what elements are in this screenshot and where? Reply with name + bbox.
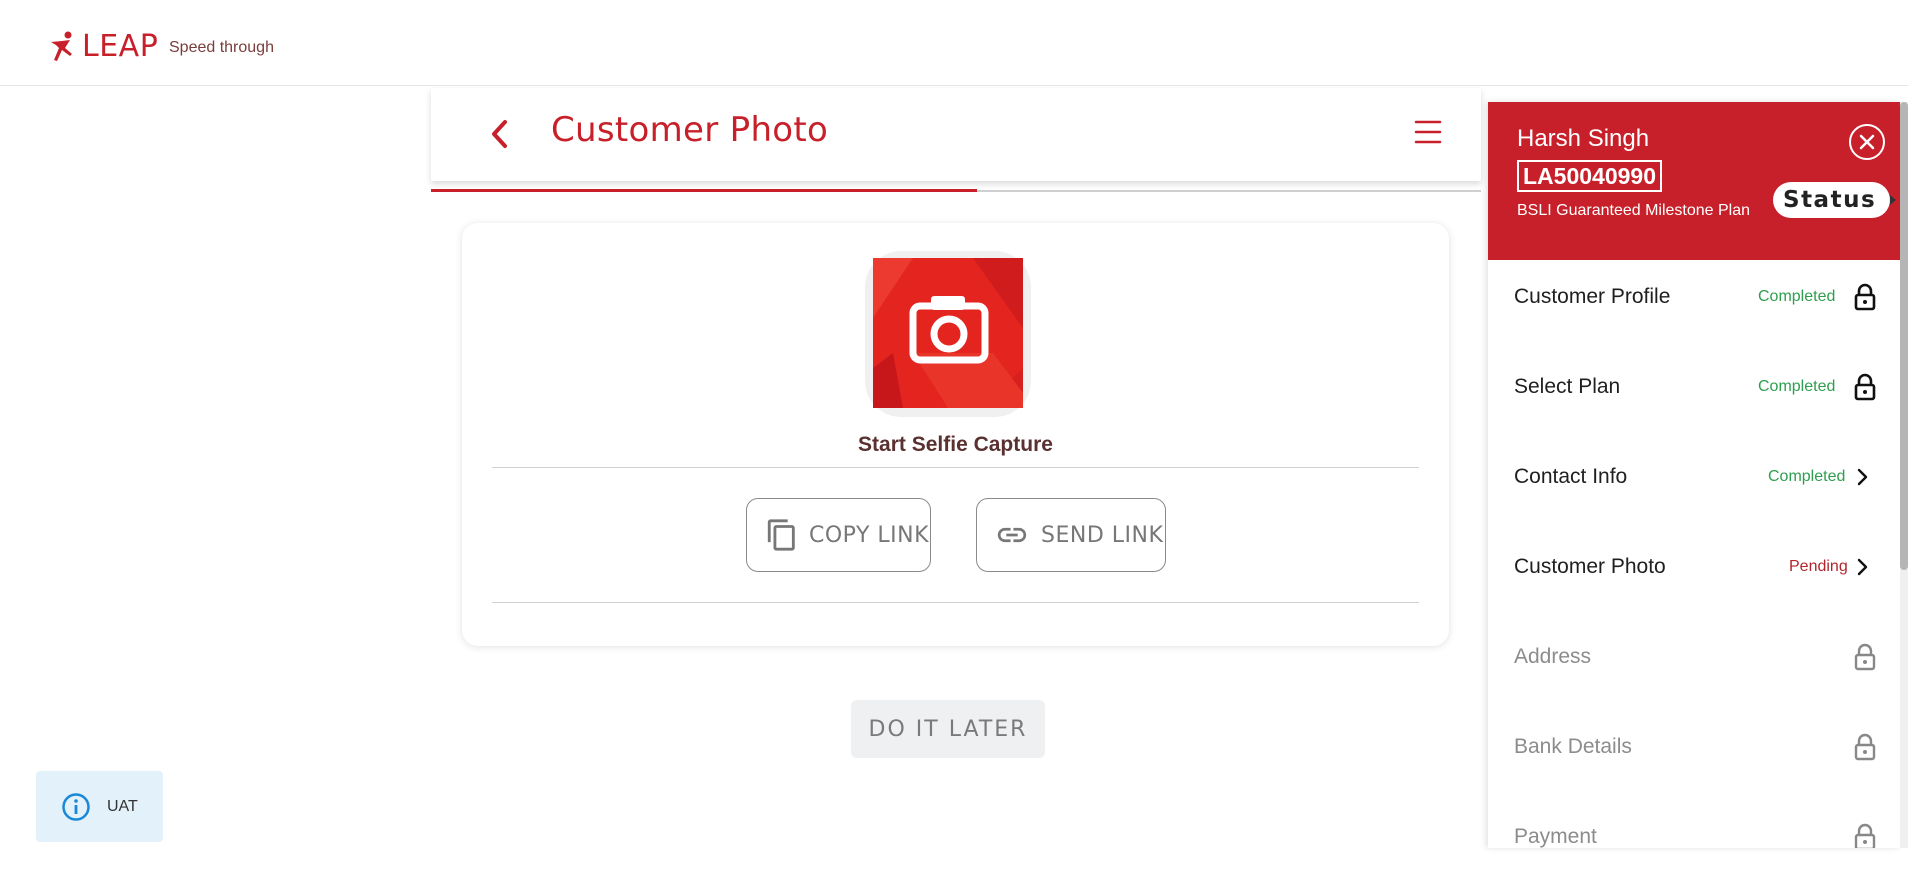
selfie-capture-label: Start Selfie Capture [858,433,1053,456]
step-status: Completed [1758,378,1836,395]
back-arrow-icon[interactable] [485,116,515,152]
leap-logo[interactable]: LEAP [48,30,158,64]
panel-scrollbar[interactable] [1900,102,1908,848]
step-customer-photo[interactable]: Customer Photo Pending [1488,522,1900,612]
progress-fill [431,189,977,192]
runner-logo-icon [51,31,72,61]
caret-right-icon [1890,195,1897,205]
environment-badge: UAT [36,771,163,842]
application-side-panel: Harsh Singh LA50040990 BSLI Guaranteed M… [1488,102,1900,848]
camera-icon [873,258,1023,408]
copy-link-button[interactable]: COPY LINK [746,498,931,572]
step-status: Completed [1758,288,1836,305]
plan-name: BSLI Guaranteed Milestone Plan [1517,202,1751,219]
progress-bar [431,189,1481,192]
step-label: Customer Profile [1514,285,1671,308]
chevron-right-icon [1857,468,1868,486]
step-status: Pending [1789,558,1848,575]
step-label: Select Plan [1514,375,1621,398]
close-icon [1859,134,1875,150]
step-address: Address [1488,612,1900,702]
status-label: Status [1783,187,1877,213]
step-label: Address [1514,645,1592,668]
info-icon [62,792,90,821]
step-select-plan[interactable]: Select Plan Completed [1488,342,1900,432]
lock-icon [1854,643,1876,671]
selfie-capture-button[interactable] [865,251,1031,417]
scrollbar-thumb[interactable] [1900,102,1908,570]
logo-text: LEAP [82,29,159,64]
status-button[interactable]: Status [1773,182,1897,218]
step-label: Bank Details [1514,735,1632,758]
close-panel-button[interactable] [1849,124,1885,160]
copy-icon [767,519,795,551]
environment-label: UAT [107,797,138,815]
step-status: Completed [1768,468,1846,485]
page-title: Customer Photo [551,110,829,150]
divider [492,602,1419,603]
lock-icon [1854,823,1876,848]
send-link-button[interactable]: SEND LINK [976,498,1166,572]
step-label: Customer Photo [1514,555,1666,578]
step-bank-details: Bank Details [1488,702,1900,792]
application-id: LA50040990 [1517,160,1662,192]
do-it-later-button[interactable]: DO IT LATER [851,700,1045,758]
lock-icon [1854,373,1876,401]
link-icon [997,527,1027,543]
step-payment: Payment [1488,792,1900,848]
tagline: Speed through [169,39,274,56]
selfie-card: Start Selfie Capture COPY LINK SEND LINK [462,223,1449,646]
customer-name: Harsh Singh [1517,125,1650,152]
hamburger-menu-icon[interactable] [1413,118,1443,146]
step-contact-info[interactable]: Contact Info Completed [1488,432,1900,522]
send-link-label: SEND LINK [1041,522,1164,548]
customer-summary: Harsh Singh LA50040990 BSLI Guaranteed M… [1488,102,1900,260]
page-header: Customer Photo [431,88,1481,181]
lock-icon [1854,733,1876,761]
top-header: LEAP Speed through [0,0,1908,86]
divider [492,467,1419,468]
chevron-right-icon [1857,558,1868,576]
copy-link-label: COPY LINK [809,522,930,548]
step-label: Contact Info [1514,465,1628,488]
lock-icon [1854,283,1876,311]
step-label: Payment [1514,825,1597,848]
step-customer-profile[interactable]: Customer Profile Completed [1488,252,1900,342]
